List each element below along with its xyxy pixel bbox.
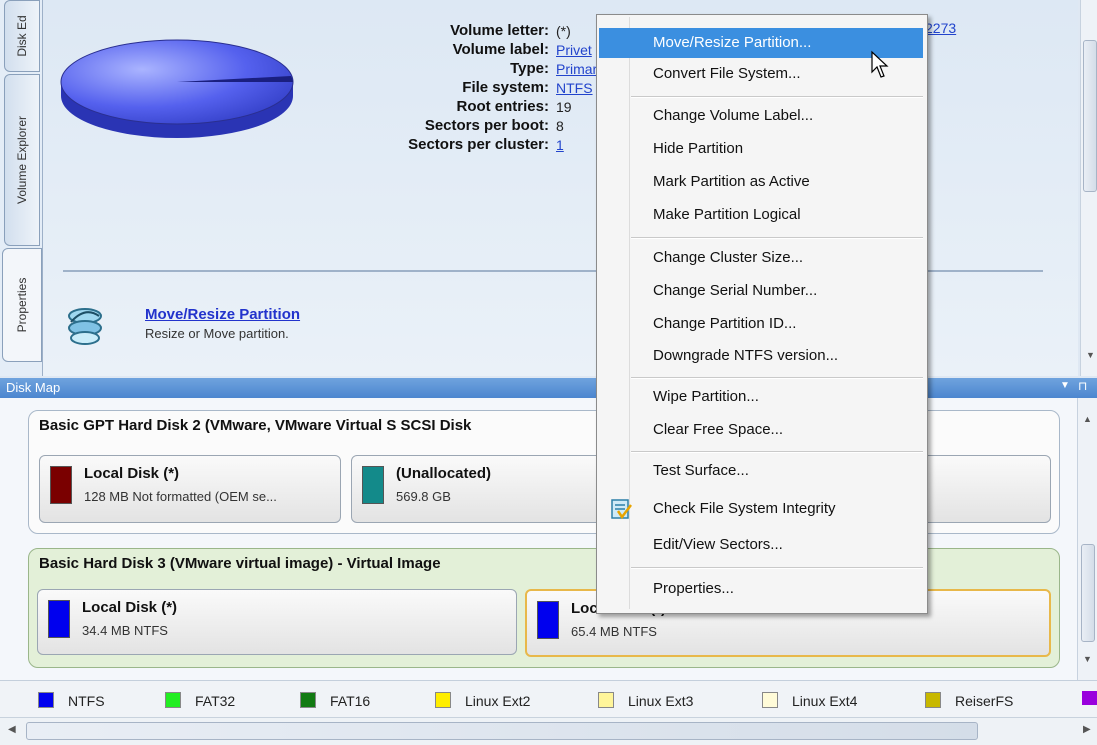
tab-volume-explorer[interactable]: Volume Explorer — [4, 74, 40, 246]
menu-item-make-logical[interactable]: Make Partition Logical — [599, 200, 923, 230]
disk-map-title: Disk Map — [6, 380, 61, 395]
scroll-down-arrow-icon[interactable]: ▼ — [1086, 350, 1095, 360]
menu-item-change-partition-id[interactable]: Change Partition ID... — [599, 309, 923, 339]
legend-label: Linux Ext4 — [792, 693, 858, 709]
property-label: Root entries: — [456, 98, 549, 115]
property-value[interactable]: 1 — [556, 137, 564, 153]
property-value[interactable]: NTFS — [556, 80, 593, 96]
partition-color-swatch — [362, 466, 384, 504]
legend-label: FAT16 — [330, 693, 371, 709]
property-label: Volume letter: — [450, 22, 549, 39]
property-label: Sectors per boot: — [424, 117, 549, 134]
menu-item-wipe-partition[interactable]: Wipe Partition... — [599, 382, 923, 412]
scroll-down-arrow-icon[interactable]: ▼ — [1083, 654, 1092, 664]
pin-icon[interactable]: ⊓ — [1078, 379, 1087, 393]
partition-info: 128 MB Not formatted (OEM se... — [84, 489, 277, 504]
legend-item: NTFS — [38, 692, 105, 709]
legend-item: Linux Ext3 — [598, 692, 693, 709]
legend-swatch — [598, 692, 614, 708]
scroll-left-arrow-icon[interactable]: ◀ — [8, 724, 16, 735]
legend-label: ReiserFS — [955, 693, 1014, 709]
mouse-cursor-icon — [871, 50, 889, 78]
property-label: Volume label: — [452, 41, 549, 58]
legend-item: Linux Ext4 — [762, 692, 857, 709]
legend-item: ReiserFS — [925, 692, 1013, 709]
property-value: 19 — [556, 99, 572, 115]
property-label: File system: — [462, 79, 549, 96]
property-value[interactable]: Privet — [556, 42, 592, 58]
menu-item-change-volume-label[interactable]: Change Volume Label... — [599, 101, 923, 131]
partition-color-swatch — [50, 466, 72, 504]
menu-separator — [631, 567, 923, 569]
menu-item-edit-view-sectors[interactable]: Edit/View Sectors... — [599, 530, 923, 560]
menu-separator — [631, 237, 923, 239]
menu-item-check-integrity[interactable]: Check File System Integrity — [599, 494, 923, 524]
property-value: 8 — [556, 118, 564, 134]
legend-swatch — [435, 692, 451, 708]
dropdown-arrow-icon[interactable]: ▼ — [1060, 380, 1070, 391]
scroll-right-arrow-icon[interactable]: ▶ — [1083, 724, 1091, 735]
menu-item-hide-partition[interactable]: Hide Partition — [599, 134, 923, 164]
disk-map-header: Disk Map ▼ ⊓ — [0, 378, 1097, 398]
menu-separator — [631, 96, 923, 98]
legend-swatch — [300, 692, 316, 708]
disk-title: Basic GPT Hard Disk 2 (VMware, VMware Vi… — [39, 417, 472, 434]
side-tab-strip: Disk Ed Volume Explorer Properties — [0, 0, 43, 376]
scroll-thumb[interactable] — [1081, 544, 1095, 642]
partition-info: 65.4 MB NTFS — [571, 624, 657, 639]
legend-overflow-swatch — [1082, 691, 1097, 705]
partition-block[interactable]: Local Disk (*) 128 MB Not formatted (OEM… — [39, 455, 341, 523]
tab-properties[interactable]: Properties — [2, 248, 42, 362]
legend-item: FAT32 — [165, 692, 235, 709]
partial-link[interactable]: 2273 — [925, 20, 956, 36]
partition-info: 34.4 MB NTFS — [82, 623, 168, 638]
scroll-thumb[interactable] — [1083, 40, 1097, 192]
partition-color-swatch — [48, 600, 70, 638]
partition-color-swatch — [537, 601, 559, 639]
horizontal-scrollbar[interactable]: ◀ ▶ — [0, 717, 1097, 745]
menu-item-mark-active[interactable]: Mark Partition as Active — [599, 167, 923, 197]
partition-name: Local Disk (*) — [82, 599, 178, 616]
legend-swatch — [925, 692, 941, 708]
check-integrity-icon — [611, 499, 632, 520]
property-value: (*) — [556, 23, 571, 39]
menu-item-properties[interactable]: Properties... — [599, 574, 923, 604]
disk-title: Basic Hard Disk 3 (VMware virtual image)… — [39, 555, 441, 572]
legend-swatch — [165, 692, 181, 708]
tab-disk-editor[interactable]: Disk Ed — [4, 0, 40, 72]
volume-pie-chart — [60, 39, 294, 138]
partition-info: 569.8 GB — [396, 489, 451, 504]
legend-label: Linux Ext2 — [465, 693, 531, 709]
legend-label: FAT32 — [195, 693, 236, 709]
scroll-up-arrow-icon[interactable]: ▲ — [1083, 414, 1092, 424]
legend-item: Linux Ext2 — [435, 692, 530, 709]
menu-separator — [631, 451, 923, 453]
partition-name: Local Disk (*) — [84, 465, 180, 482]
menu-item-downgrade-ntfs[interactable]: Downgrade NTFS version... — [599, 341, 923, 371]
property-label: Type: — [510, 60, 549, 77]
legend-swatch — [38, 692, 54, 708]
partition-block[interactable]: Local Disk (*) 34.4 MB NTFS — [37, 589, 517, 655]
menu-item-clear-free-space[interactable]: Clear Free Space... — [599, 415, 923, 445]
legend-label: Linux Ext3 — [628, 693, 694, 709]
partition-name: (Unallocated) — [396, 465, 492, 482]
legend-label: NTFS — [68, 693, 105, 709]
disk-map-scrollbar[interactable]: ▲ ▼ — [1077, 398, 1097, 680]
move-resize-description: Resize or Move partition. — [145, 326, 289, 341]
menu-separator — [631, 377, 923, 379]
legend-swatch — [762, 692, 778, 708]
partition-context-menu: Move/Resize Partition... Convert File Sy… — [596, 14, 928, 614]
move-resize-action-link[interactable]: Move/Resize Partition — [145, 306, 300, 323]
menu-item-change-cluster-size[interactable]: Change Cluster Size... — [599, 243, 923, 273]
legend-item: FAT16 — [300, 692, 370, 709]
file-system-legend: NTFS FAT32 FAT16 Linux Ext2 Linux Ext3 Linux … — [0, 680, 1097, 717]
menu-item-test-surface[interactable]: Test Surface... — [599, 456, 923, 486]
scroll-thumb[interactable] — [26, 722, 978, 740]
property-label: Sectors per cluster: — [408, 136, 549, 153]
properties-scrollbar[interactable]: ▼ — [1080, 0, 1097, 376]
move-resize-icon — [68, 308, 102, 345]
menu-item-change-serial-number[interactable]: Change Serial Number... — [599, 276, 923, 306]
